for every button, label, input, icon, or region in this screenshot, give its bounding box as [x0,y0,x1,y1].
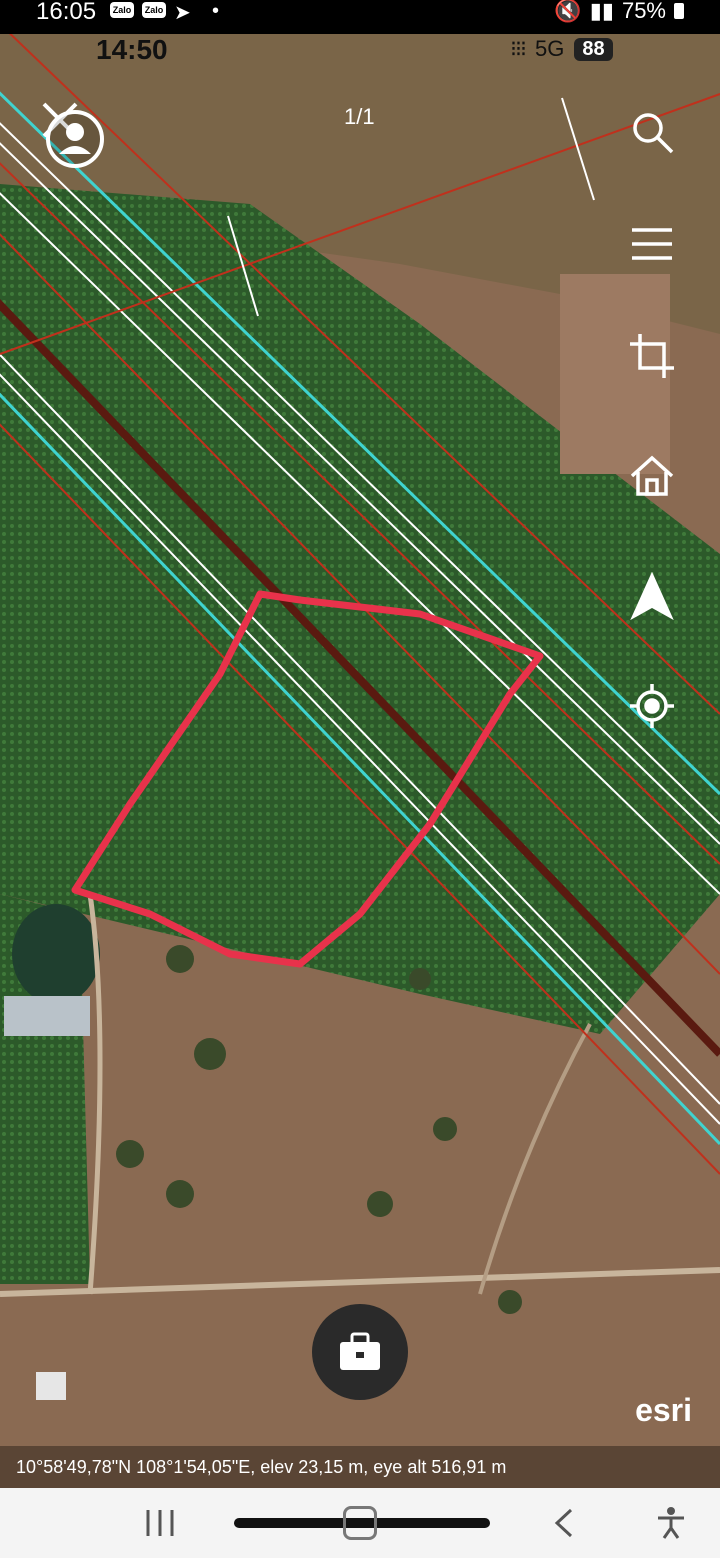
profile-icon[interactable] [44,108,106,170]
page-counter: 1/1 [344,104,375,129]
coordinate-readout: 10°58'49,78"N 108°1'54,05"E, elev 23,15 … [0,1446,720,1488]
status-time: 16:05 [36,0,97,25]
status-bar: 16:05 Zalo Zalo ➤ • 🔇 ▮▮ 75% [0,0,720,34]
inner-status-time: 14:50 [96,34,168,65]
zalo-notification-icon: Zalo [142,2,166,18]
building-small [36,1372,66,1400]
accessibility-icon[interactable] [646,1488,696,1558]
zalo-notification-icon: Zalo [110,2,134,18]
toolbox-button[interactable] [312,1304,408,1400]
network-type: 5G [534,36,565,61]
search-icon[interactable] [622,102,682,162]
network-badge: 88 [574,37,613,61]
esri-attribution: esri [635,1392,692,1428]
recent-apps-icon[interactable] [130,1488,190,1558]
signal-icon: ▮▮ [589,0,614,23]
back-icon[interactable] [540,1488,590,1558]
satellite-map[interactable] [0,34,720,1488]
crop-icon[interactable] [622,326,682,386]
pond [12,904,100,1004]
navigate-icon[interactable] [622,566,682,626]
battery-percent: 75% [621,0,666,23]
building [4,996,90,1036]
briefcase-icon [340,1332,380,1370]
home-icon[interactable] [622,446,682,506]
system-nav-bar [0,1488,720,1558]
home-button-icon[interactable] [340,1488,380,1558]
battery-icon [674,3,684,19]
list-icon[interactable] [622,214,682,274]
dots-icon: ⁝⁝⁝ [510,36,527,61]
locate-icon[interactable] [622,676,682,736]
mute-icon: 🔇 [554,0,582,23]
map-view[interactable] [0,34,720,1488]
inner-network: ⁝⁝⁝ 5G 88 [510,36,613,62]
status-right: 🔇 ▮▮ 75% [554,0,684,24]
dot-icon: • [212,0,220,22]
telegram-icon: ➤ [174,2,191,24]
